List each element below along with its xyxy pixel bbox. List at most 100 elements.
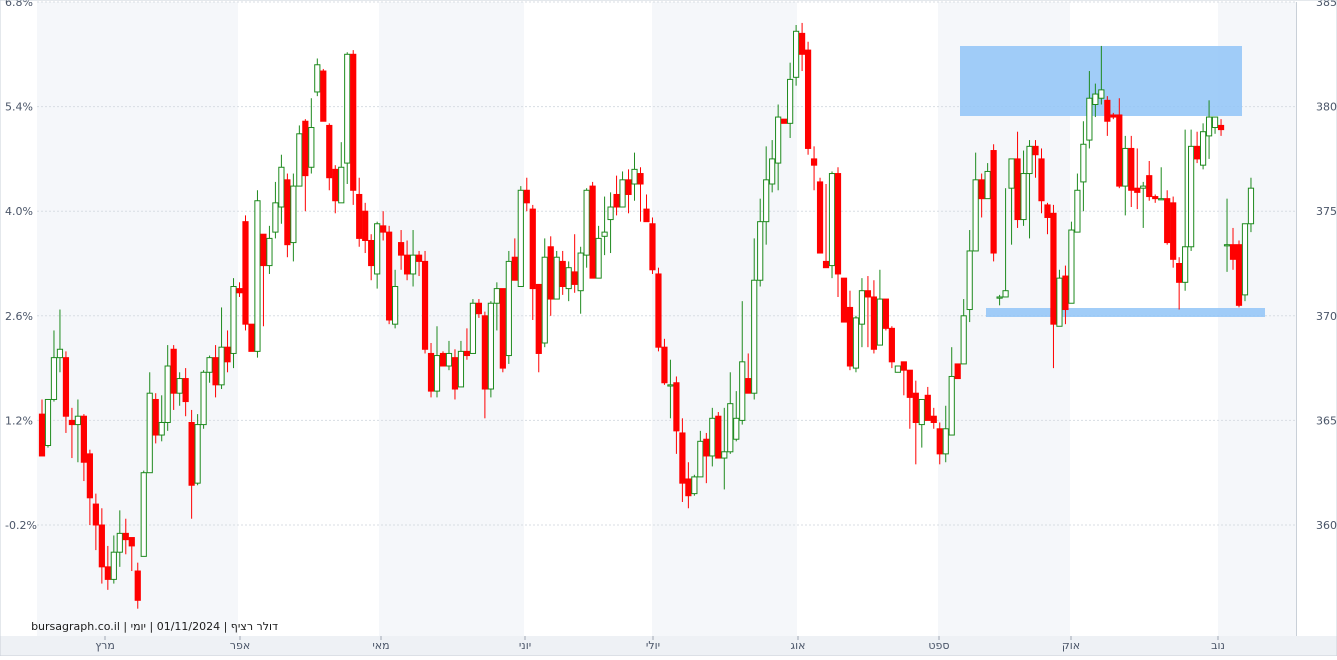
candle-body — [1241, 223, 1249, 296]
candle-body — [1170, 202, 1177, 260]
candle-up — [553, 250, 560, 300]
candle-body — [787, 78, 794, 124]
candle-body — [733, 417, 740, 440]
candle-body — [260, 233, 267, 267]
candle-body — [218, 346, 225, 386]
candle-up — [1056, 269, 1063, 327]
candle-body — [727, 403, 734, 453]
candle-up — [691, 474, 698, 496]
candle-up — [194, 414, 201, 486]
candle-body — [697, 440, 704, 478]
candle-body — [1056, 277, 1063, 327]
candle-up — [852, 315, 860, 373]
candle-body — [1164, 198, 1171, 244]
candle-body — [828, 173, 836, 267]
candle-body — [1158, 198, 1165, 201]
candle-body — [1038, 158, 1045, 202]
candle-down — [439, 351, 447, 367]
candle-body — [601, 231, 608, 237]
candle-body — [433, 355, 441, 392]
right-axis-tick-label: 365 — [1316, 414, 1337, 427]
candle-body — [1014, 158, 1021, 221]
x-axis-month-label: יולי — [646, 639, 660, 652]
candle-body — [182, 378, 189, 403]
candle-body — [386, 231, 393, 321]
candle-body — [535, 283, 542, 354]
candle-body — [996, 296, 1003, 299]
candle-body — [1044, 204, 1051, 218]
candle-body — [487, 302, 494, 390]
candle-body — [1116, 114, 1123, 187]
candle-body — [571, 271, 578, 285]
candle-body — [1229, 244, 1237, 260]
candle-body — [451, 357, 459, 390]
candle-body — [781, 118, 788, 124]
candle-body — [212, 357, 219, 386]
candle-body — [1008, 158, 1015, 189]
candle-down — [781, 118, 788, 124]
candle-down — [421, 250, 429, 354]
support-zone — [986, 308, 1265, 317]
candle-body — [86, 453, 93, 499]
candle-body — [152, 398, 159, 436]
candle-body — [332, 168, 339, 202]
candle-body — [206, 357, 213, 373]
candle-body — [122, 532, 129, 541]
candle-body — [320, 70, 327, 122]
candle-down — [1170, 196, 1177, 268]
candle-down — [882, 298, 889, 331]
candle-body — [864, 290, 872, 298]
candle-down — [499, 288, 506, 373]
candle-body — [50, 357, 58, 400]
candle-body — [1152, 196, 1159, 200]
candle-body — [38, 413, 46, 457]
candle-body — [852, 317, 860, 369]
candle-body — [314, 64, 321, 93]
candle-body — [816, 181, 824, 254]
candle-body — [822, 260, 830, 269]
candle-body — [643, 208, 650, 223]
candle-up — [140, 470, 147, 557]
candle-body — [559, 260, 566, 288]
candlestick-chart: 6.8% 5.4% 4.0% 2.6% 1.2% -0.2% 385 380 375 370 36… — [0, 0, 1337, 657]
candle-body — [589, 185, 596, 279]
candle-body — [1074, 189, 1081, 233]
left-axis-tick-label: 1.2% — [5, 414, 33, 427]
candle-body — [1068, 229, 1075, 304]
candle-body — [248, 323, 255, 352]
candle-body — [1247, 187, 1255, 225]
candle-body — [1235, 244, 1243, 306]
candle-body — [882, 298, 889, 329]
candle-body — [673, 382, 680, 432]
candle-down — [816, 177, 824, 254]
candle-body — [655, 273, 662, 348]
candle-body — [302, 120, 309, 177]
candle-down — [1164, 190, 1171, 245]
candle-body — [116, 532, 123, 553]
candle-body — [98, 524, 105, 568]
candle-body — [236, 288, 243, 294]
candle-up — [1068, 221, 1075, 304]
candle-body — [978, 179, 985, 200]
candle-down — [954, 363, 961, 380]
candle-body — [751, 279, 758, 394]
candle-body — [296, 133, 303, 187]
candle-body — [900, 361, 907, 371]
candle-body — [798, 32, 806, 55]
candle-body — [583, 189, 590, 256]
candle-body — [356, 193, 363, 239]
candle-body — [445, 352, 453, 367]
candle-body — [68, 419, 76, 426]
candle-down — [386, 225, 393, 325]
candle-down — [242, 215, 249, 331]
candle-body — [469, 302, 477, 354]
candle-body — [685, 478, 692, 497]
candle-body — [1140, 185, 1147, 189]
candle-body — [1176, 263, 1183, 283]
candle-body — [649, 223, 656, 271]
candle-body — [888, 327, 895, 363]
candle-body — [858, 290, 866, 325]
candle-body — [906, 369, 913, 398]
candle-body — [56, 348, 64, 359]
candle-body — [475, 302, 483, 315]
